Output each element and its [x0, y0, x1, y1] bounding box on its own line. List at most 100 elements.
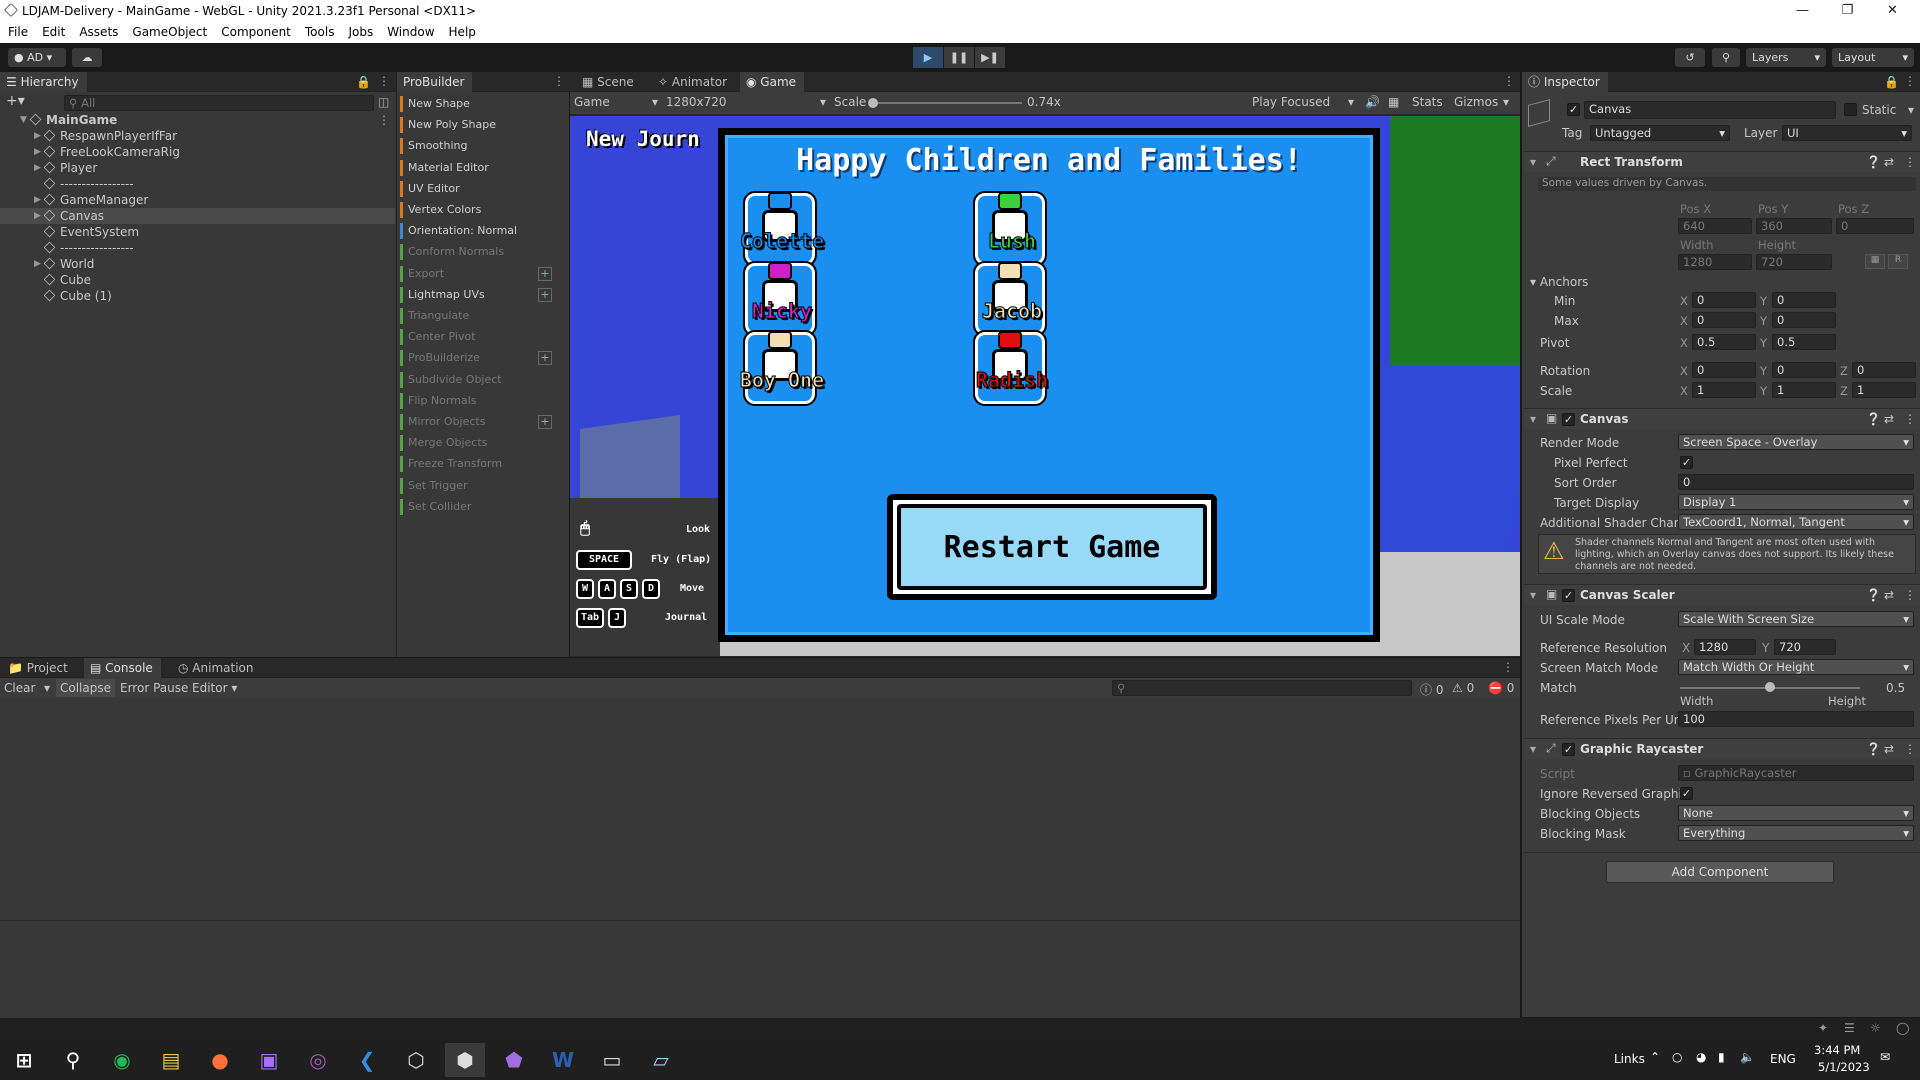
maximize-button[interactable]: ❐	[1825, 0, 1870, 22]
probuilder-tool-button[interactable]: Merge Objects	[400, 433, 556, 453]
hierarchy-item[interactable]: ▶ Canvas	[0, 208, 395, 224]
github-desktop-icon[interactable]: ◎	[298, 1043, 338, 1077]
collapse-arrow-icon[interactable]: ▾	[1530, 588, 1536, 602]
layers-dropdown[interactable]: Layers ▾	[1746, 48, 1826, 67]
scale-slider[interactable]	[868, 98, 1022, 108]
presets-icon[interactable]: ⇄	[1884, 588, 1894, 602]
probuilder-tool-button[interactable]: Mirror Objects +	[400, 412, 556, 432]
object-name-input[interactable]: Canvas	[1584, 101, 1836, 119]
clock-time[interactable]: 3:44 PM	[1814, 1043, 1860, 1057]
tab-scene[interactable]: ▦ Scene	[576, 72, 642, 92]
collapse-arrow-icon[interactable]: ▾	[1530, 742, 1536, 756]
scale-y-field[interactable]: 1	[1772, 382, 1836, 398]
hierarchy-item[interactable]: -----------------	[0, 176, 395, 192]
blocking-objects-dropdown[interactable]: None ▾	[1678, 805, 1914, 821]
vscode-icon[interactable]: ❮	[347, 1043, 387, 1077]
graphic-raycaster-header[interactable]: ▾ ⤢ ✓ Graphic Raycaster ❔ ⇄ ⋮	[1524, 738, 1920, 759]
menu-window[interactable]: Window	[379, 22, 440, 39]
help-icon[interactable]: ❔	[1866, 588, 1881, 602]
tool-options-plus-icon[interactable]: +	[538, 351, 552, 366]
game-menu-icon[interactable]: ⋮	[1503, 74, 1515, 88]
tab-game[interactable]: ◉ Game	[740, 72, 805, 92]
info-count[interactable]: ⓘ 0	[1420, 681, 1443, 698]
cloud-icon[interactable]: ☁	[72, 48, 102, 67]
visual-studio-icon[interactable]: ⬟	[494, 1043, 534, 1077]
lock-icon[interactable]: 🔒	[356, 75, 371, 89]
battery-icon[interactable]: ▮	[1718, 1050, 1725, 1064]
probuilder-tool-button[interactable]: New Shape	[400, 94, 556, 114]
presets-icon[interactable]: ⇄	[1884, 412, 1894, 426]
clock-date[interactable]: 5/1/2023	[1818, 1060, 1870, 1074]
hierarchy-item[interactable]: ▶ World	[0, 256, 395, 272]
probuilder-tool-button[interactable]: Triangulate	[400, 306, 556, 326]
collapse-arrow-icon[interactable]: ▾	[1530, 155, 1536, 169]
word-icon[interactable]: W	[543, 1043, 583, 1077]
probuilder-menu-icon[interactable]: ⋮	[553, 74, 565, 88]
probuilder-tool-button[interactable]: Freeze Transform	[400, 454, 556, 474]
render-mode-dropdown[interactable]: Screen Space - Overlay ▾	[1678, 434, 1914, 450]
tab-inspector[interactable]: ⓘ Inspector	[1522, 72, 1608, 92]
probuilder-tool-button[interactable]: Vertex Colors	[400, 200, 556, 220]
component-menu-icon[interactable]: ⋮	[1904, 742, 1916, 756]
gizmos-dropdown-icon[interactable]: ▾	[1503, 95, 1509, 109]
scene-menu-icon[interactable]: ⋮	[378, 112, 390, 128]
match-slider[interactable]	[1680, 682, 1860, 692]
anchors-label[interactable]: ▾ Anchors	[1530, 275, 1588, 289]
pos-z-field[interactable]: 0	[1836, 218, 1914, 234]
target-display-dropdown[interactable]: Display 1 ▾	[1678, 494, 1914, 510]
pivot-y-field[interactable]: 0.5	[1772, 334, 1836, 350]
pos-x-field[interactable]: 640	[1678, 218, 1752, 234]
menu-jobs[interactable]: Jobs	[340, 22, 379, 39]
probuilder-tool-button[interactable]: Set Collider	[400, 497, 556, 517]
rotation-y-field[interactable]: 0	[1772, 362, 1836, 378]
hierarchy-item[interactable]: -----------------	[0, 240, 395, 256]
probuilder-tool-button[interactable]: Orientation: Normal	[400, 221, 556, 241]
mute-audio-icon[interactable]: 🔊	[1365, 95, 1380, 109]
console-splitter[interactable]	[0, 920, 1520, 921]
component-menu-icon[interactable]: ⋮	[1904, 155, 1916, 169]
windows-start-icon[interactable]: ⊞	[4, 1043, 44, 1077]
console-search-input[interactable]: ⚲	[1112, 680, 1412, 696]
pos-y-field[interactable]: 360	[1756, 218, 1832, 234]
display-dropdown[interactable]: Game ▾	[574, 95, 658, 109]
width-field[interactable]: 1280	[1678, 254, 1752, 270]
sort-order-field[interactable]: 0	[1678, 474, 1914, 490]
tab-console[interactable]: ▤ Console	[84, 658, 161, 678]
layout-dropdown[interactable]: Layout ▾	[1832, 48, 1914, 67]
component-menu-icon[interactable]: ⋮	[1904, 588, 1916, 602]
pivot-x-field[interactable]: 0.5	[1692, 334, 1756, 350]
probuilder-tool-button[interactable]: Material Editor	[400, 158, 556, 178]
tab-probuilder[interactable]: ProBuilder	[397, 72, 473, 92]
clear-button[interactable]: Clear	[4, 681, 35, 695]
hierarchy-item[interactable]: Cube	[0, 272, 395, 288]
scale-z-field[interactable]: 1	[1852, 382, 1916, 398]
probuilder-tool-button[interactable]: ProBuilderize +	[400, 348, 556, 368]
add-component-button[interactable]: Add Component	[1606, 861, 1834, 883]
scale-slider-thumb[interactable]	[868, 98, 878, 108]
tab-animation[interactable]: ◷ Animation	[172, 658, 261, 678]
screen-match-mode-dropdown[interactable]: Match Width Or Height ▾	[1678, 659, 1914, 675]
help-icon[interactable]: ❔	[1866, 412, 1881, 426]
stats-grid-icon[interactable]: ▦	[1388, 95, 1399, 109]
hierarchy-item[interactable]: ▶ GameManager	[0, 192, 395, 208]
presets-icon[interactable]: ⇄	[1884, 742, 1894, 756]
menu-assets[interactable]: Assets	[71, 22, 124, 39]
menu-edit[interactable]: Edit	[34, 22, 71, 39]
twitch-icon[interactable]: ▣	[249, 1043, 289, 1077]
wifi-icon[interactable]: ◕	[1696, 1050, 1706, 1064]
expand-arrow-right-icon[interactable]: ▶	[34, 144, 41, 160]
language-indicator[interactable]: ENG	[1770, 1052, 1796, 1066]
menu-component[interactable]: Component	[213, 22, 297, 39]
raycaster-enabled-checkbox[interactable]: ✓	[1562, 743, 1575, 756]
ignore-reversed-checkbox[interactable]: ✓	[1680, 787, 1693, 800]
tab-project[interactable]: 📁 Project	[2, 658, 76, 678]
expand-arrow-right-icon[interactable]: ▶	[34, 192, 41, 208]
expand-arrow-right-icon[interactable]: ▶	[34, 208, 41, 224]
object-active-checkbox[interactable]: ✓	[1567, 103, 1580, 116]
probuilder-tool-button[interactable]: UV Editor	[400, 179, 556, 199]
expand-arrow-right-icon[interactable]: ▶	[34, 256, 41, 272]
expand-arrow-right-icon[interactable]: ▶	[34, 160, 41, 176]
pixel-perfect-checkbox[interactable]: ✓	[1680, 456, 1693, 469]
more-options-icon[interactable]: ⋮	[378, 74, 390, 88]
tray-expand-icon[interactable]: ⌃	[1650, 1050, 1660, 1064]
